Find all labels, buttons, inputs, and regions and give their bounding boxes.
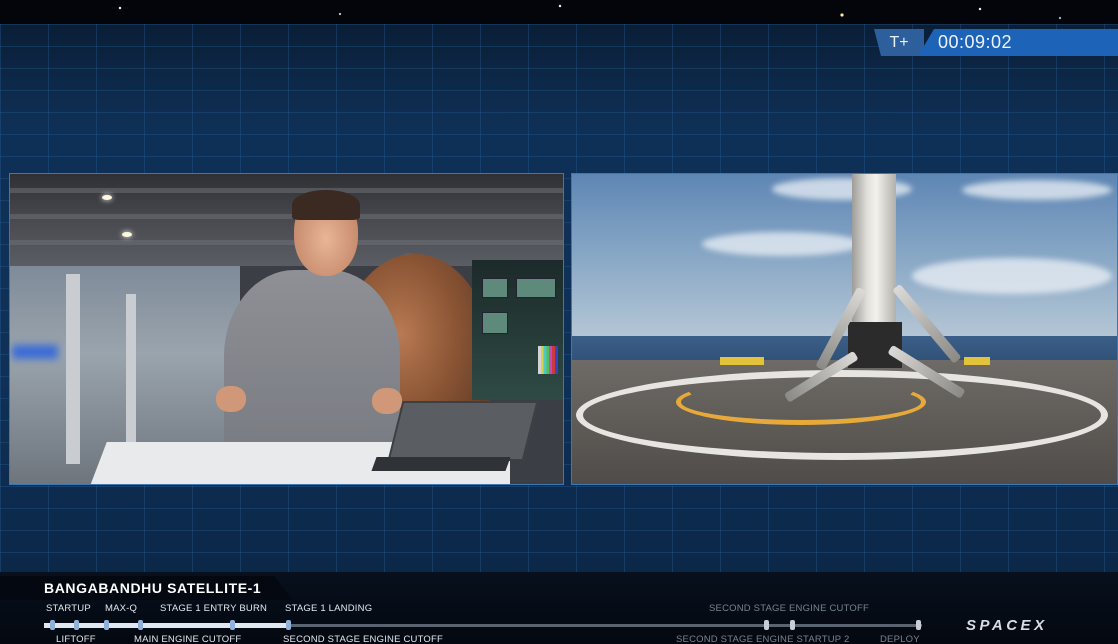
timeline-tick (790, 620, 795, 630)
event-stage1-landing: STAGE 1 LANDING (285, 603, 373, 614)
timeline-tick (104, 620, 109, 630)
mission-clock: T+ 00:09:02 (874, 29, 1118, 56)
timeline-tick (74, 620, 79, 630)
laptop-base (371, 457, 511, 471)
host-hand (372, 388, 402, 414)
event-max-q: MAX-Q (105, 603, 138, 614)
starfield-header (0, 0, 1118, 24)
clock-prefix: T+ (874, 29, 924, 56)
blue-light (12, 345, 58, 359)
host-video-feed[interactable] (9, 173, 564, 485)
ceiling-light (102, 195, 112, 200)
color-bars (538, 346, 558, 374)
event-liftoff: LIFTOFF (56, 634, 96, 644)
event-meco: MAIN ENGINE CUTOFF (134, 634, 242, 644)
laptop (387, 401, 539, 461)
host-hand (216, 386, 246, 412)
event-ses2: SECOND STAGE ENGINE STARTUP 2 (676, 634, 850, 644)
event-startup: STARTUP (46, 603, 91, 614)
mission-title: BANGABANDHU SATELLITE-1 (44, 580, 262, 596)
event-seco: SECOND STAGE ENGINE CUTOFF (709, 603, 870, 614)
clock-time: 00:09:02 (918, 29, 1118, 56)
event-seco-bottom: SECOND STAGE ENGINE CUTOFF (283, 634, 444, 644)
spacex-logo: SPACEX (966, 617, 1048, 634)
event-stage1-entry-burn: STAGE 1 ENTRY BURN (160, 603, 268, 614)
timeline-tick (230, 620, 235, 630)
timeline-progress (44, 623, 290, 628)
timeline-tick (286, 620, 291, 630)
timeline-tick (764, 620, 769, 630)
timeline-tick (50, 620, 55, 630)
host-hair (292, 190, 360, 220)
timeline-tick (138, 620, 143, 630)
ceiling-light (122, 232, 132, 237)
event-deploy: DEPLOY (880, 634, 920, 644)
landing-video-feed[interactable] (571, 173, 1118, 485)
timeline-tick (916, 620, 921, 630)
